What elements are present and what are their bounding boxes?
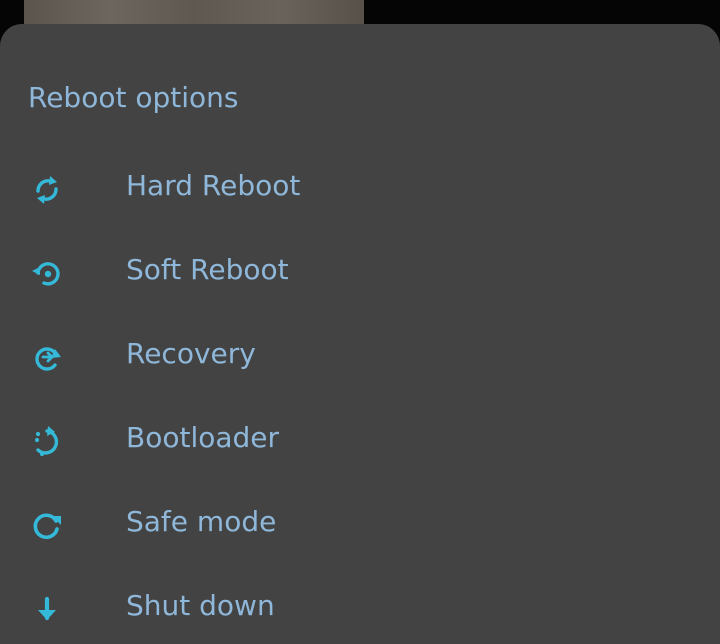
menu-item-shut-down[interactable]: Shut down	[0, 579, 720, 639]
menu-item-recovery[interactable]: Recovery	[0, 327, 720, 387]
wallpaper-preview-strip	[24, 0, 364, 25]
reboot-options-sheet: Reboot options Hard Reboot Soft Reboot R…	[0, 24, 720, 644]
menu-item-hard-reboot[interactable]: Hard Reboot	[0, 159, 720, 219]
menu-item-label: Safe mode	[126, 505, 277, 538]
menu-item-label: Shut down	[126, 589, 275, 622]
arrow-down-icon	[30, 593, 64, 627]
restart-alt-icon	[30, 257, 64, 291]
menu-item-soft-reboot[interactable]: Soft Reboot	[0, 243, 720, 303]
menu-item-label: Soft Reboot	[126, 253, 289, 286]
reboot-options-screen: Reboot options Hard Reboot Soft Reboot R…	[0, 0, 720, 644]
refresh-icon	[30, 509, 64, 543]
sync-icon	[30, 173, 64, 207]
menu-item-label: Hard Reboot	[126, 169, 301, 202]
refresh-arrow-icon	[30, 341, 64, 375]
reboot-options-title: Reboot options	[28, 81, 239, 114]
menu-item-label: Recovery	[126, 337, 256, 370]
menu-item-label: Bootloader	[126, 421, 280, 454]
dotted-restart-icon	[30, 425, 64, 459]
menu-item-bootloader[interactable]: Bootloader	[0, 411, 720, 471]
menu-item-safe-mode[interactable]: Safe mode	[0, 495, 720, 555]
